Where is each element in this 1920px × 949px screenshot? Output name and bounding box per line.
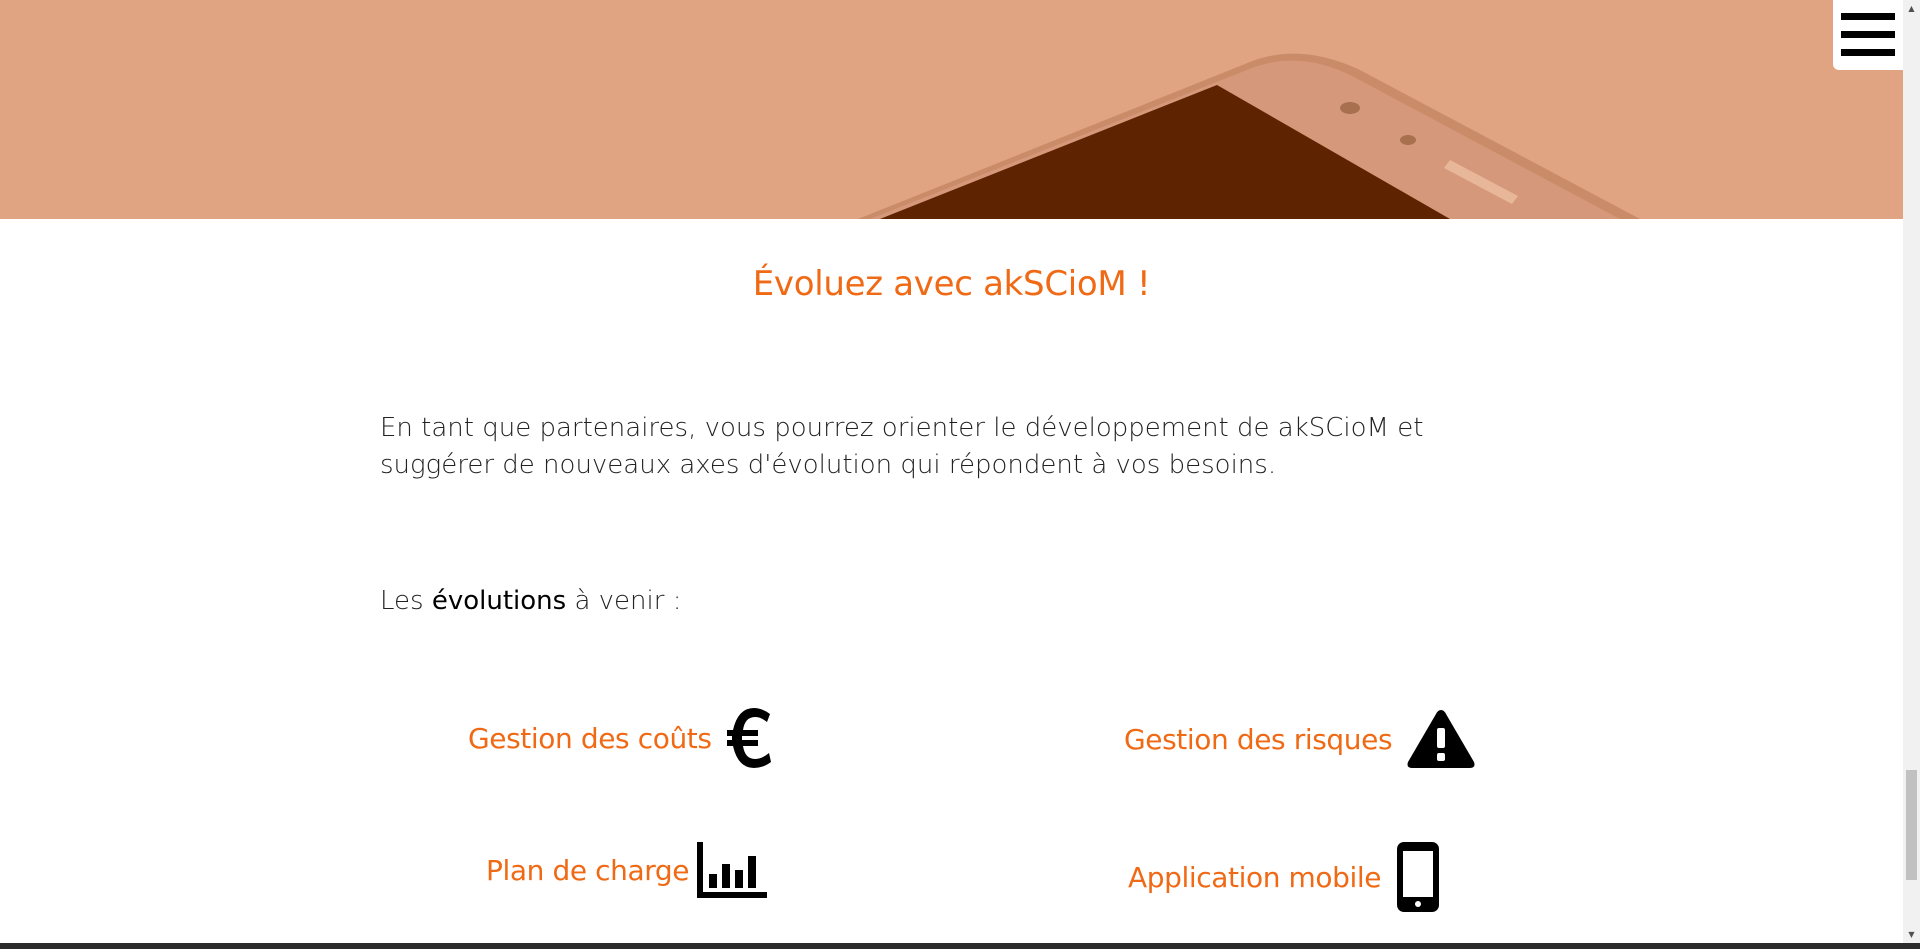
feature-label: Gestion des risques: [1124, 722, 1393, 756]
bar-chart-icon: [697, 842, 768, 898]
viewport: Évoluez avec akSCioM ! En tant que parte…: [0, 0, 1903, 943]
section-title: Évoluez avec akSCioM !: [752, 264, 1151, 304]
hamburger-menu-icon: [1841, 13, 1895, 56]
page: Évoluez avec akSCioM ! En tant que parte…: [0, 0, 1920, 949]
upcoming-evolutions-heading: Les évolutions à venir :: [380, 586, 681, 616]
feature-cost-management: Gestion des coûts: [468, 706, 774, 770]
feature-label: Plan de charge: [486, 853, 690, 887]
feature-label: Application mobile: [1128, 860, 1382, 894]
upcoming-strong: évolutions: [431, 586, 567, 616]
phone-photo-illustration: [858, 53, 1640, 219]
vertical-scrollbar[interactable]: ▲ ▼: [1903, 0, 1920, 943]
upcoming-suffix: à venir :: [566, 586, 682, 616]
scrollbar-thumb[interactable]: [1906, 770, 1917, 880]
mobile-phone-icon: [1397, 842, 1440, 912]
window-bottom-edge: [0, 943, 1920, 949]
scroll-up-arrow-icon[interactable]: ▲: [1903, 0, 1920, 17]
feature-risk-management: Gestion des risques: [1124, 708, 1476, 770]
intro-paragraph: En tant que partenaires, vous pourrez or…: [380, 413, 1424, 480]
euro-icon: [726, 708, 771, 768]
feature-label: Gestion des coûts: [468, 721, 712, 755]
hero-banner-image: [0, 0, 1903, 219]
scroll-down-arrow-icon[interactable]: ▼: [1903, 926, 1920, 943]
warning-icon: [1407, 710, 1475, 768]
menu-button[interactable]: [1833, 0, 1903, 70]
upcoming-prefix: Les: [380, 586, 432, 616]
feature-mobile-app: Application mobile: [1128, 842, 1441, 912]
feature-workload-plan: Plan de charge: [486, 842, 768, 898]
